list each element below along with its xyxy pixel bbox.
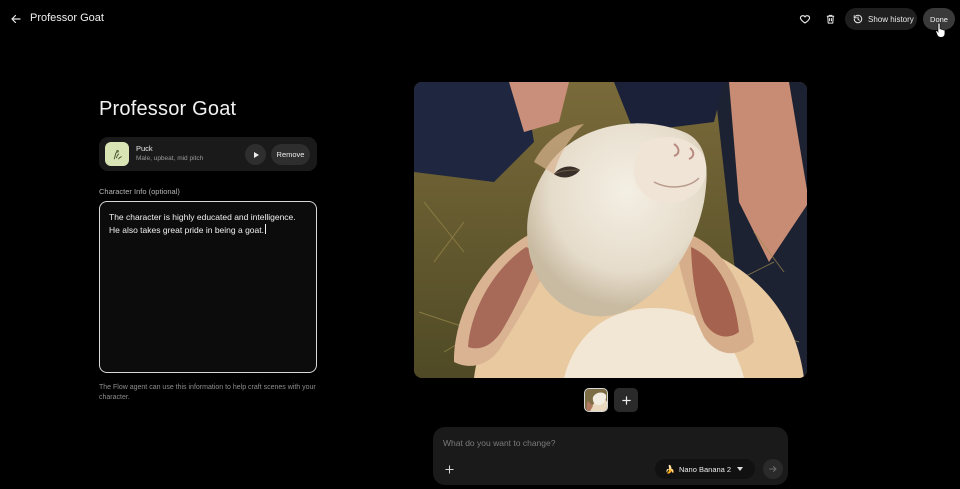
done-button[interactable]: Done	[923, 8, 955, 30]
plus-icon	[444, 464, 454, 474]
play-icon	[253, 151, 259, 158]
goat-photo	[414, 82, 807, 378]
prompt-box: 🍌 Nano Banana 2	[433, 427, 788, 485]
model-select[interactable]: 🍌 Nano Banana 2	[655, 459, 755, 479]
caret-down-icon	[737, 467, 743, 471]
heart-icon	[799, 15, 811, 24]
arrow-left-icon	[11, 14, 21, 24]
history-icon	[853, 14, 863, 24]
delete-button[interactable]	[821, 10, 839, 28]
send-button[interactable]	[763, 459, 783, 479]
page-title: Professor Goat	[30, 12, 104, 24]
arrow-right-icon	[769, 466, 777, 472]
character-info-textarea[interactable]: The character is highly educated and int…	[99, 201, 317, 373]
character-info-helper: The Flow agent can use this information …	[99, 384, 316, 401]
voice-name: Puck	[136, 144, 153, 153]
add-reference-button[interactable]	[614, 388, 638, 412]
voice-description: Male, upbeat, mid pitch	[136, 155, 204, 162]
prompt-input[interactable]	[443, 436, 778, 450]
back-button[interactable]	[7, 10, 25, 28]
prompt-add-button[interactable]	[442, 462, 456, 476]
trash-icon	[826, 14, 834, 24]
top-bar: Professor Goat Show history Done	[0, 0, 960, 40]
character-name: Professor Goat	[99, 98, 237, 120]
banana-icon: 🍌	[665, 464, 675, 474]
character-info-label: Character Info (optional)	[99, 187, 180, 196]
show-history-button[interactable]: Show history	[845, 8, 917, 30]
text-caret	[265, 224, 266, 234]
remove-voice-button[interactable]: Remove	[271, 144, 310, 165]
model-label: Nano Banana 2	[678, 464, 732, 474]
voice-wave-icon	[113, 149, 122, 159]
favorite-button[interactable]	[796, 10, 814, 28]
voice-card: Puck Male, upbeat, mid pitch Remove	[99, 137, 317, 171]
character-info-text: The character is highly educated and int…	[109, 212, 296, 235]
reference-thumbnail[interactable]	[584, 388, 608, 412]
play-voice-button[interactable]	[245, 144, 266, 165]
plus-icon	[621, 395, 631, 405]
goat-thumbnail-image	[585, 389, 607, 411]
voice-avatar	[105, 142, 129, 166]
character-image	[414, 82, 807, 378]
show-history-label: Show history	[868, 14, 914, 24]
